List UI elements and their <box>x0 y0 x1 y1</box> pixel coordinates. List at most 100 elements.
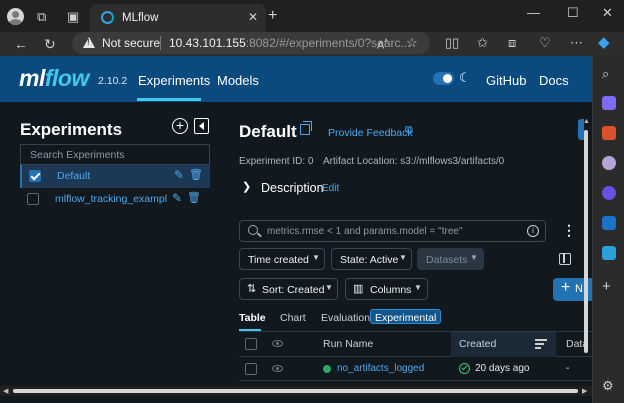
mlflow-app: mlflow 2.10.2 Experiments Models ☾ GitHu… <box>0 56 592 403</box>
sidebar-outlook-icon[interactable] <box>602 216 616 230</box>
nav-experiments[interactable]: Experiments <box>138 73 210 88</box>
profile-avatar-icon[interactable] <box>7 8 24 25</box>
close-window-button[interactable]: ✕ <box>602 5 613 21</box>
nav-active-indicator <box>137 98 201 101</box>
new-tab-button[interactable]: + <box>268 8 277 24</box>
sidebar-add-icon[interactable]: + <box>602 278 616 295</box>
experiment-main: Default Provide Feedback ⧉ Experiment ID… <box>222 102 592 403</box>
description-label[interactable]: Description <box>261 181 324 195</box>
select-all-checkbox[interactable] <box>245 338 257 350</box>
dark-mode-toggle[interactable] <box>433 72 454 85</box>
nav-github[interactable]: GitHub <box>486 73 526 88</box>
mlflow-header: mlflow 2.10.2 Experiments Models ☾ GitHu… <box>0 56 592 102</box>
favorites-icon[interactable]: ✩ <box>477 36 488 50</box>
address-bar-row: ← ↻ Not secure 10.43.101.155:8082/#/expe… <box>0 32 624 56</box>
run-search-input[interactable]: metrics.rmse < 1 and params.model = "tre… <box>239 220 546 242</box>
vertical-scrollbar[interactable]: ▲ <box>583 104 590 394</box>
sidebar-tools-icon[interactable] <box>602 126 616 140</box>
edit-pencil-icon[interactable]: ✎ <box>174 168 184 182</box>
maximize-button[interactable]: ☐ <box>567 5 579 21</box>
chevron-down-icon: ▼ <box>325 283 333 292</box>
column-created-header[interactable]: Created <box>451 332 556 357</box>
minimize-button[interactable]: — <box>527 5 540 20</box>
read-aloud-icon[interactable]: Aᴬ <box>377 36 388 53</box>
version-label: 2.10.2 <box>98 75 128 87</box>
browser-tab-bar: ⧉ ▣ MLflow ✕ + — ☐ ✕ <box>0 0 624 32</box>
nav-docs[interactable]: Docs <box>539 73 569 88</box>
chevron-down-icon: ▼ <box>399 253 407 262</box>
table-header: Run Name Created Data <box>239 332 592 357</box>
run-name-link[interactable]: no_artifacts_logged <box>337 363 424 374</box>
search-experiments-input[interactable]: Search Experiments <box>20 144 210 165</box>
tab-chart[interactable]: Chart <box>280 312 306 324</box>
provide-feedback-link[interactable]: Provide Feedback <box>328 127 413 139</box>
browser-essentials-icon[interactable]: ♡ <box>539 36 551 50</box>
edit-pencil-icon[interactable]: ✎ <box>172 191 182 205</box>
experiment-checkbox[interactable] <box>29 170 41 182</box>
copilot-icon[interactable]: ◆ <box>598 35 610 50</box>
state-dropdown[interactable]: State: Active ▼ <box>331 248 412 270</box>
tab-table[interactable]: Table <box>239 312 266 324</box>
nav-models[interactable]: Models <box>217 73 259 88</box>
browser-tab-mlflow[interactable]: MLflow ✕ <box>90 4 266 32</box>
tab-actions-icon[interactable]: ▣ <box>67 9 79 25</box>
tab-close-icon[interactable]: ✕ <box>248 10 258 24</box>
check-circle-icon <box>459 363 470 374</box>
description-edit-link[interactable]: Edit <box>322 183 339 194</box>
favorite-star-icon[interactable]: ☆ <box>406 36 418 50</box>
experiment-row-default[interactable]: Default ✎ 🗑 <box>20 165 210 188</box>
back-arrow-icon[interactable]: ← <box>14 36 28 52</box>
table-row[interactable]: no_artifacts_logged 20 days ago - <box>239 357 592 381</box>
delete-trash-icon[interactable]: 🗑 <box>189 168 203 181</box>
columns-dropdown[interactable]: ▥ Columns ▼ <box>345 278 428 300</box>
collections-icon[interactable]: ⧈ <box>508 36 516 50</box>
visibility-eye-icon[interactable] <box>272 340 283 347</box>
mlflow-logo[interactable]: mlflow <box>19 65 89 92</box>
run-search-placeholder: metrics.rmse < 1 and params.model = "tre… <box>267 226 463 237</box>
security-status[interactable]: Not secure <box>102 36 160 50</box>
create-experiment-icon[interactable]: + <box>172 118 188 134</box>
tab-experimental[interactable]: Experimental <box>370 309 442 324</box>
sort-dropdown[interactable]: ⇅ Sort: Created ▼ <box>239 278 338 300</box>
sidebar-people-icon[interactable] <box>602 156 616 170</box>
horizontal-scroll-thumb[interactable] <box>13 389 578 393</box>
copy-icon[interactable] <box>300 121 312 135</box>
vertical-scroll-thumb[interactable] <box>584 130 588 353</box>
split-screen-icon[interactable]: ▯▯ <box>445 36 459 50</box>
experiment-title: Default <box>239 122 297 141</box>
info-icon[interactable]: i <box>527 225 539 237</box>
column-run-name[interactable]: Run Name <box>323 338 373 350</box>
moon-icon: ☾ <box>459 70 471 85</box>
experiment-row-tracking-example[interactable]: mlflow_tracking_example ✎ 🗑 <box>20 188 210 211</box>
datasets-dropdown[interactable]: Datasets ▼ <box>417 248 484 270</box>
column-created[interactable]: Created <box>459 338 496 350</box>
omnibox[interactable]: Not secure 10.43.101.155:8082/#/experime… <box>72 32 430 54</box>
workspaces-icon[interactable]: ⧉ <box>37 9 46 25</box>
delete-trash-icon[interactable]: 🗑 <box>187 191 201 204</box>
sidebar-send-icon[interactable] <box>602 246 616 260</box>
visibility-eye-icon[interactable] <box>272 365 283 372</box>
more-menu-icon[interactable]: ⋯ <box>570 36 583 50</box>
refresh-icon[interactable]: ↻ <box>44 36 56 52</box>
sidebar-settings-icon[interactable]: ⚙ <box>602 378 616 393</box>
chevron-down-icon: ▼ <box>312 253 320 262</box>
kebab-menu-icon[interactable]: ⋮ <box>562 223 576 237</box>
sidebar-shopping-icon[interactable] <box>602 96 616 110</box>
collapse-sidebar-icon[interactable] <box>194 118 209 134</box>
url-text[interactable]: 10.43.101.155:8082/#/experiments/0?searc… <box>169 36 411 50</box>
time-created-dropdown[interactable]: Time created ▼ <box>239 248 325 270</box>
side-panel-icon[interactable] <box>559 253 571 265</box>
sidebar-title: Experiments <box>20 120 123 139</box>
experiment-name[interactable]: Default <box>57 170 169 182</box>
row-checkbox[interactable] <box>245 363 257 375</box>
sort-descending-icon[interactable] <box>535 338 547 350</box>
experiment-name[interactable]: mlflow_tracking_example <box>55 193 167 205</box>
external-link-icon[interactable]: ⧉ <box>405 124 413 137</box>
experiment-checkbox[interactable] <box>27 193 39 205</box>
sidebar-search-icon[interactable]: ⌕ <box>602 66 616 81</box>
chevron-right-icon[interactable]: ❯ <box>242 180 251 193</box>
run-color-dot <box>323 365 331 373</box>
tab-evaluation[interactable]: Evaluation <box>321 312 370 324</box>
horizontal-scrollbar[interactable]: ◀ ▶ <box>0 386 592 396</box>
sidebar-copilot-icon[interactable] <box>602 186 616 200</box>
